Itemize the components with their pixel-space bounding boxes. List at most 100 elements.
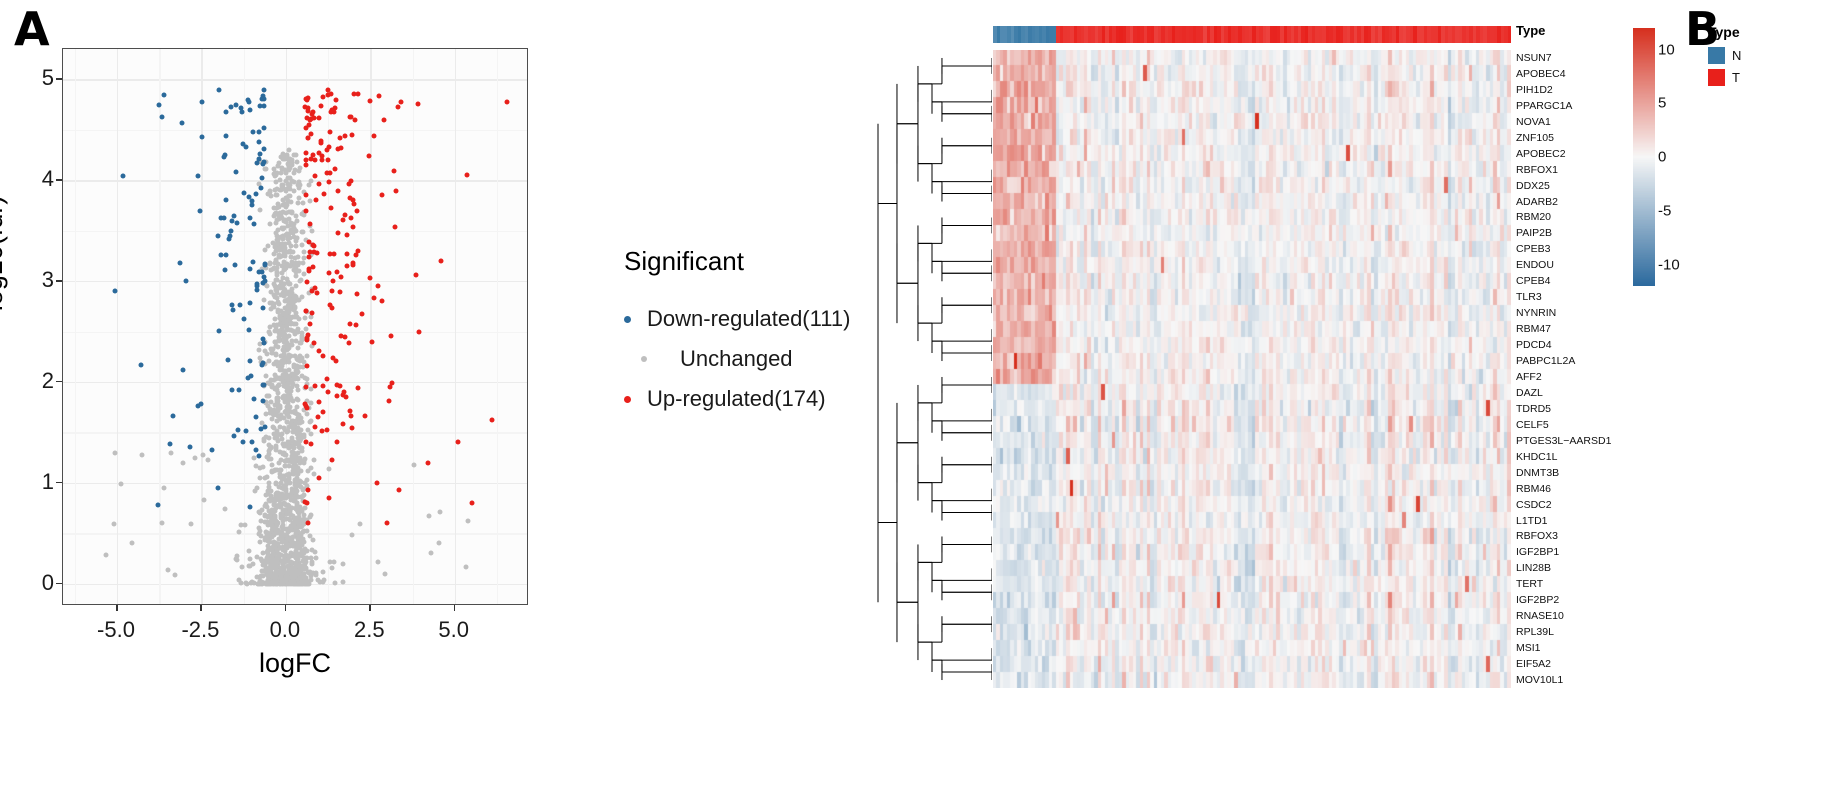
scatter-point <box>351 201 357 207</box>
scatter-point <box>112 450 118 456</box>
scatter-point <box>235 427 241 433</box>
scatter-point <box>303 384 309 390</box>
scatter-point <box>187 444 193 450</box>
scatter-point <box>384 520 390 526</box>
type-legend-item-n[interactable]: N <box>1708 47 1798 64</box>
scatter-point <box>381 117 387 123</box>
scatter-point <box>320 94 325 100</box>
scatter-point <box>247 504 253 510</box>
scatter-point <box>347 321 352 327</box>
scatter-point <box>180 367 186 373</box>
y-axis-tick-label: 0 <box>41 569 54 595</box>
scatter-point <box>325 157 331 163</box>
scatter-point <box>292 331 298 337</box>
colorscale-tick-label: 0 <box>1658 148 1667 166</box>
legend-item-up[interactable]: Up-regulated(174) <box>624 379 826 419</box>
scatter-point <box>294 500 300 506</box>
volcano-legend: Significant Down-regulated(111) Unchange… <box>624 246 850 419</box>
scatter-point <box>281 476 287 482</box>
scatter-point <box>464 172 470 178</box>
scatter-point <box>303 125 309 131</box>
scatter-point <box>269 507 275 513</box>
scatter-point <box>376 93 382 99</box>
legend-item-down[interactable]: Down-regulated(111) <box>624 299 850 339</box>
scatter-point <box>318 103 324 109</box>
scatter-point <box>328 205 334 211</box>
type-legend-item-t[interactable]: T <box>1708 69 1798 86</box>
scatter-point <box>216 87 222 93</box>
scatter-point <box>233 169 239 175</box>
scatter-point <box>246 327 252 333</box>
scatter-point <box>241 316 247 322</box>
scatter-point <box>261 103 267 109</box>
scatter-point <box>306 254 312 260</box>
scatter-point <box>306 268 312 274</box>
scatter-point <box>292 262 298 268</box>
scatter-point <box>262 475 268 481</box>
scatter-point <box>271 292 277 298</box>
scatter-point <box>326 179 332 185</box>
scatter-point <box>379 192 385 198</box>
scatter-point <box>239 564 245 570</box>
scatter-point <box>285 412 291 418</box>
scatter-point <box>172 572 178 578</box>
scatter-point <box>260 161 266 167</box>
scatter-point <box>282 427 288 433</box>
scatter-point <box>315 414 321 420</box>
scatter-point <box>428 550 434 556</box>
scatter-point <box>293 152 299 157</box>
scatter-point <box>237 302 243 308</box>
scatter-point <box>269 382 275 388</box>
scatter-point <box>288 512 294 518</box>
scatter-point <box>367 98 373 104</box>
scatter-point <box>340 421 346 426</box>
scatter-point <box>304 363 310 369</box>
y-axis-tick-label: 3 <box>41 267 54 293</box>
scatter-point <box>280 275 286 281</box>
scatter-point <box>349 425 355 431</box>
scatter-point <box>271 251 277 257</box>
scatter-point <box>298 277 304 283</box>
scatter-point <box>396 487 402 493</box>
scatter-point <box>263 492 269 498</box>
scatter-point <box>286 193 292 199</box>
gene-label: MOV10L1 <box>1516 674 1564 687</box>
scatter-point <box>254 160 260 166</box>
colorscale-bar <box>1633 28 1655 286</box>
scatter-point <box>268 306 274 312</box>
scatter-point <box>279 376 285 382</box>
scatter-point <box>293 283 299 289</box>
scatter-point <box>379 298 385 304</box>
scatter-point <box>139 452 145 458</box>
scatter-point <box>305 135 311 141</box>
scatter-point <box>292 477 298 483</box>
scatter-point <box>303 192 309 198</box>
scatter-point <box>266 393 272 399</box>
scatter-point <box>272 467 278 473</box>
scatter-point <box>180 460 186 466</box>
gridline-horizontal <box>63 79 527 81</box>
scatter-point <box>247 215 253 221</box>
legend-item-unchanged[interactable]: Unchanged <box>624 339 824 379</box>
scatter-point <box>274 217 280 223</box>
legend-label-up: Up-regulated(174) <box>647 386 826 411</box>
scatter-point <box>332 580 338 586</box>
scatter-point <box>297 165 303 171</box>
scatter-point <box>315 577 321 583</box>
y-axis-tick-mark <box>56 78 62 80</box>
scatter-point <box>112 288 118 294</box>
scatter-point <box>348 413 354 419</box>
scatter-point <box>167 441 173 447</box>
x-axis-tick-mark <box>116 605 118 611</box>
scatter-point <box>280 226 286 232</box>
scatter-point <box>465 518 471 524</box>
scatter-point <box>330 278 336 284</box>
scatter-point <box>335 188 341 194</box>
scatter-point <box>261 297 267 303</box>
scatter-point <box>297 534 303 540</box>
scatter-point <box>262 519 268 525</box>
scatter-point <box>348 215 354 221</box>
scatter-point <box>222 506 228 512</box>
scatter-point <box>277 253 283 259</box>
scatter-point <box>274 241 280 247</box>
